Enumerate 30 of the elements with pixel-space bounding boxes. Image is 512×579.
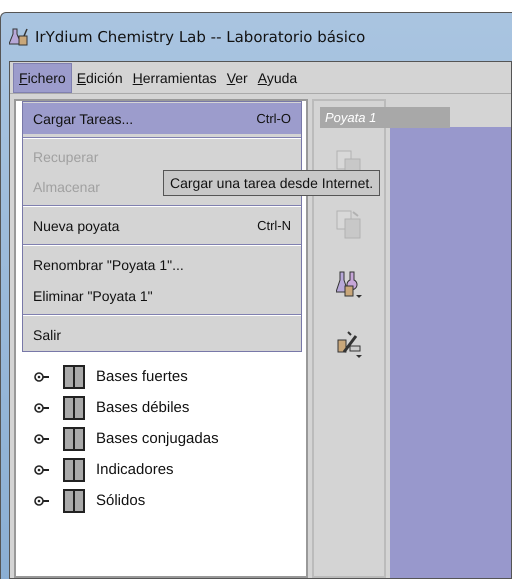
cabinet-icon [62,488,86,514]
menu-title[interactable]: Ayuda [252,64,302,92]
flask-icon [9,28,29,46]
menu-title[interactable]: Edición [72,64,128,92]
tree-item[interactable]: Bases conjugadas [96,430,219,447]
menu-item[interactable]: Eliminar "Poyata 1" [23,280,301,311]
expand-handle-icon[interactable] [34,464,50,476]
tree-item[interactable]: Sólidos [96,492,146,509]
menu-item[interactable]: Nueva poyata Ctrl-N [23,210,301,241]
expand-handle-icon[interactable] [34,432,50,444]
tooltip: Cargar una tarea desde Internet. [163,170,380,196]
cabinet-icon [62,426,86,452]
window-title: IrYdium Chemistry Lab -- Laboratorio básico [35,28,366,46]
tree-item[interactable]: Bases débiles [96,399,190,416]
expand-handle-icon[interactable] [34,370,50,382]
menu-item[interactable]: Renombrar "Poyata 1"... [23,249,301,280]
menu-title[interactable]: Ver [222,64,253,92]
expand-handle-icon[interactable] [34,494,50,506]
menu-item[interactable]: Cargar Tareas... Ctrl-O [23,103,301,134]
menu-title[interactable]: Herramientas [128,64,222,92]
tree-item[interactable]: Indicadores [96,461,174,478]
expand-handle-icon[interactable] [34,402,50,414]
cabinet-icon [62,456,86,482]
flasks-icon[interactable] [336,270,362,300]
cabinet-icon [62,364,86,390]
cabinet-icon [62,394,86,420]
tree-item[interactable]: Bases fuertes [96,368,188,385]
menu-title[interactable]: Fichero [13,62,72,92]
menu-item[interactable]: Salir [23,319,301,350]
tools-icon[interactable] [336,330,362,360]
